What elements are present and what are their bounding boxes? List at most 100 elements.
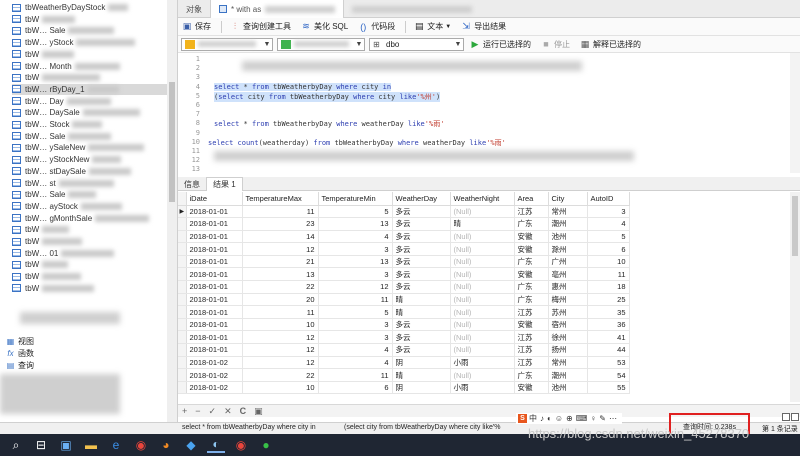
table-row[interactable]: 2018-01-02 22 11 晴 (Null) 广东 潮州 54 xyxy=(178,368,630,382)
table-cell[interactable]: 广州 xyxy=(548,255,588,269)
table-cell[interactable]: 滁州 xyxy=(548,242,588,256)
table-cell[interactable]: 35 xyxy=(587,305,630,319)
tab-other[interactable] xyxy=(344,0,480,18)
table-cell[interactable]: 2018-01-01 xyxy=(186,242,243,256)
table-row[interactable]: 2018-01-01 21 13 多云 (Null) 广东 广州 10 xyxy=(178,255,630,269)
table-cell[interactable]: 2018-01-02 xyxy=(186,356,243,370)
table-cell[interactable]: 晴 xyxy=(392,305,451,319)
table-cell[interactable]: 多云 xyxy=(392,217,451,231)
table-cell[interactable]: 2018-01-01 xyxy=(186,318,243,332)
table-cell[interactable]: 10 xyxy=(242,318,319,332)
table-cell[interactable]: 晴 xyxy=(450,217,515,231)
table-cell[interactable]: 潮州 xyxy=(548,368,588,382)
table-cell[interactable]: (Null) xyxy=(450,280,515,294)
table-cell[interactable]: 多云 xyxy=(392,330,451,345)
table-row[interactable]: 2018-01-01 13 3 多云 (Null) 安徽 亳州 11 xyxy=(178,267,630,282)
grid-view-icon[interactable] xyxy=(782,413,790,421)
table-cell[interactable]: (Null) xyxy=(450,242,515,256)
table-row[interactable]: 2018-01-01 12 3 多云 (Null) 江苏 徐州 41 xyxy=(178,330,630,345)
table-node[interactable]: tbW… stDaySale xyxy=(12,166,172,177)
tab-result-1[interactable]: 结果 1 xyxy=(206,177,243,191)
table-node[interactable]: tbW… yStock xyxy=(12,37,172,48)
result-grid[interactable]: iDate TemperatureMax TemperatureMin Weather… xyxy=(178,192,800,402)
table-node[interactable]: tbW… Sale xyxy=(12,25,172,36)
row-marker[interactable] xyxy=(178,318,187,332)
tab-query[interactable]: * with as xyxy=(210,0,345,18)
discard-button[interactable]: ✕ xyxy=(224,406,232,417)
windows-search-icon[interactable]: ⌕ xyxy=(7,437,25,453)
row-marker[interactable] xyxy=(178,293,187,307)
table-cell[interactable]: 10 xyxy=(242,381,319,395)
explorer-icon[interactable]: ▬ xyxy=(82,437,100,453)
tree-node-queries[interactable]: ▤ 查询 xyxy=(6,360,34,371)
table-node[interactable]: tbW xyxy=(12,236,172,247)
row-marker[interactable] xyxy=(178,230,187,244)
table-node[interactable]: tbW… Month xyxy=(12,61,172,72)
table-cell[interactable]: (Null) xyxy=(450,318,515,332)
table-cell[interactable]: 11 xyxy=(242,205,319,219)
table-cell[interactable]: (Null) xyxy=(450,255,515,269)
grid-view-button[interactable]: ▣ xyxy=(254,406,263,417)
table-node[interactable]: tbW… yStockNew xyxy=(12,154,172,165)
table-node[interactable]: tbW… st xyxy=(12,178,172,189)
form-view-icon[interactable] xyxy=(791,413,799,421)
table-cell[interactable]: 江苏 xyxy=(514,205,549,219)
navicat-icon[interactable]: ◐ xyxy=(207,437,225,453)
table-cell[interactable]: 2018-01-02 xyxy=(186,381,243,395)
table-cell[interactable]: 多云 xyxy=(392,343,451,357)
table-cell[interactable]: 12 xyxy=(242,343,319,357)
table-cell[interactable]: 江苏 xyxy=(514,356,549,370)
table-cell[interactable]: 扬州 xyxy=(548,343,588,357)
table-cell[interactable]: 4 xyxy=(318,230,393,244)
table-cell[interactable]: 安徽 xyxy=(514,230,549,244)
table-cell[interactable]: 12 xyxy=(242,242,319,256)
table-row[interactable]: 2018-01-02 12 4 阴小雨 江苏 常州 53 xyxy=(178,356,630,370)
ime-toolbar[interactable]: S 中 ♪ ◐ ☺ ⊕ ⌨ ♀ ✎ ⋯ xyxy=(516,413,622,424)
table-cell[interactable]: 44 xyxy=(587,343,630,357)
chrome-icon-2[interactable]: ◉ xyxy=(232,437,250,453)
table-row[interactable]: 2018-01-01 14 4 多云 (Null) 安徽 池州 5 xyxy=(178,230,630,244)
table-node[interactable]: tbW… Stock xyxy=(12,119,172,130)
column-header[interactable]: WeatherDay xyxy=(392,192,451,206)
connection-select[interactable]: ▼ xyxy=(181,37,273,51)
table-row[interactable]: 2018-01-01 23 13 多云晴广东 潮州 4 xyxy=(178,217,630,231)
tree-node-functions[interactable]: fx 函数 xyxy=(6,348,34,359)
table-cell[interactable]: 41 xyxy=(587,330,630,345)
table-cell[interactable]: (Null) xyxy=(450,330,515,345)
table-cell[interactable]: (Null) xyxy=(450,293,515,307)
query-builder-button[interactable]: ⫶ 查询创建工具 xyxy=(230,21,291,32)
table-cell[interactable]: 多云 xyxy=(392,280,451,294)
tab-objects[interactable]: 对象 xyxy=(178,0,210,18)
table-cell[interactable]: 多云 xyxy=(392,255,451,269)
edge-icon[interactable]: e xyxy=(107,437,125,453)
table-cell[interactable]: 徐州 xyxy=(548,330,588,345)
table-cell[interactable]: 23 xyxy=(242,217,319,231)
table-cell[interactable]: 2018-01-02 xyxy=(186,368,243,382)
scrollbar-thumb[interactable] xyxy=(792,196,798,256)
explain-selected-button[interactable]: ▦ 解释已选择的 xyxy=(580,39,641,50)
column-header[interactable]: Area xyxy=(514,192,549,206)
table-node[interactable]: tbW… DaySale xyxy=(12,107,172,118)
table-row[interactable]: 2018-01-02 10 6 阴小雨 安徽 池州 55 xyxy=(178,381,630,395)
export-results-button[interactable]: ⇲ 导出结果 xyxy=(461,21,506,32)
table-node[interactable]: tbWeatherByDayStock xyxy=(12,2,172,13)
table-cell[interactable]: 安徽 xyxy=(514,318,549,332)
table-node[interactable]: tbW… gMonthSale xyxy=(12,213,172,224)
chrome-icon[interactable]: ◉ xyxy=(132,437,150,453)
table-cell[interactable]: 2018-01-01 xyxy=(186,280,243,294)
table-cell[interactable]: 12 xyxy=(318,280,393,294)
table-cell[interactable]: 广东 xyxy=(514,293,549,307)
table-node[interactable]: tbW xyxy=(12,259,172,270)
table-node[interactable]: tbW… 01 xyxy=(12,248,172,259)
table-row[interactable]: 2018-01-01 10 3 多云 (Null) 安徽 宿州 36 xyxy=(178,318,630,332)
table-cell[interactable]: 2018-01-01 xyxy=(186,293,243,307)
table-cell[interactable]: 5 xyxy=(318,205,393,219)
tree-node-views[interactable]: ▦ 视图 xyxy=(6,336,34,347)
table-row[interactable]: 2018-01-01 12 3 多云 (Null) 安徽 滁州 6 xyxy=(178,242,630,256)
table-cell[interactable]: (Null) xyxy=(450,343,515,357)
table-cell[interactable]: (Null) xyxy=(450,205,515,219)
stop-button[interactable]: ■ 停止 xyxy=(541,39,570,50)
text-button[interactable]: ▤ 文本 ▼ xyxy=(414,21,451,32)
table-cell[interactable]: 14 xyxy=(242,230,319,244)
table-cell[interactable]: (Null) xyxy=(450,305,515,319)
